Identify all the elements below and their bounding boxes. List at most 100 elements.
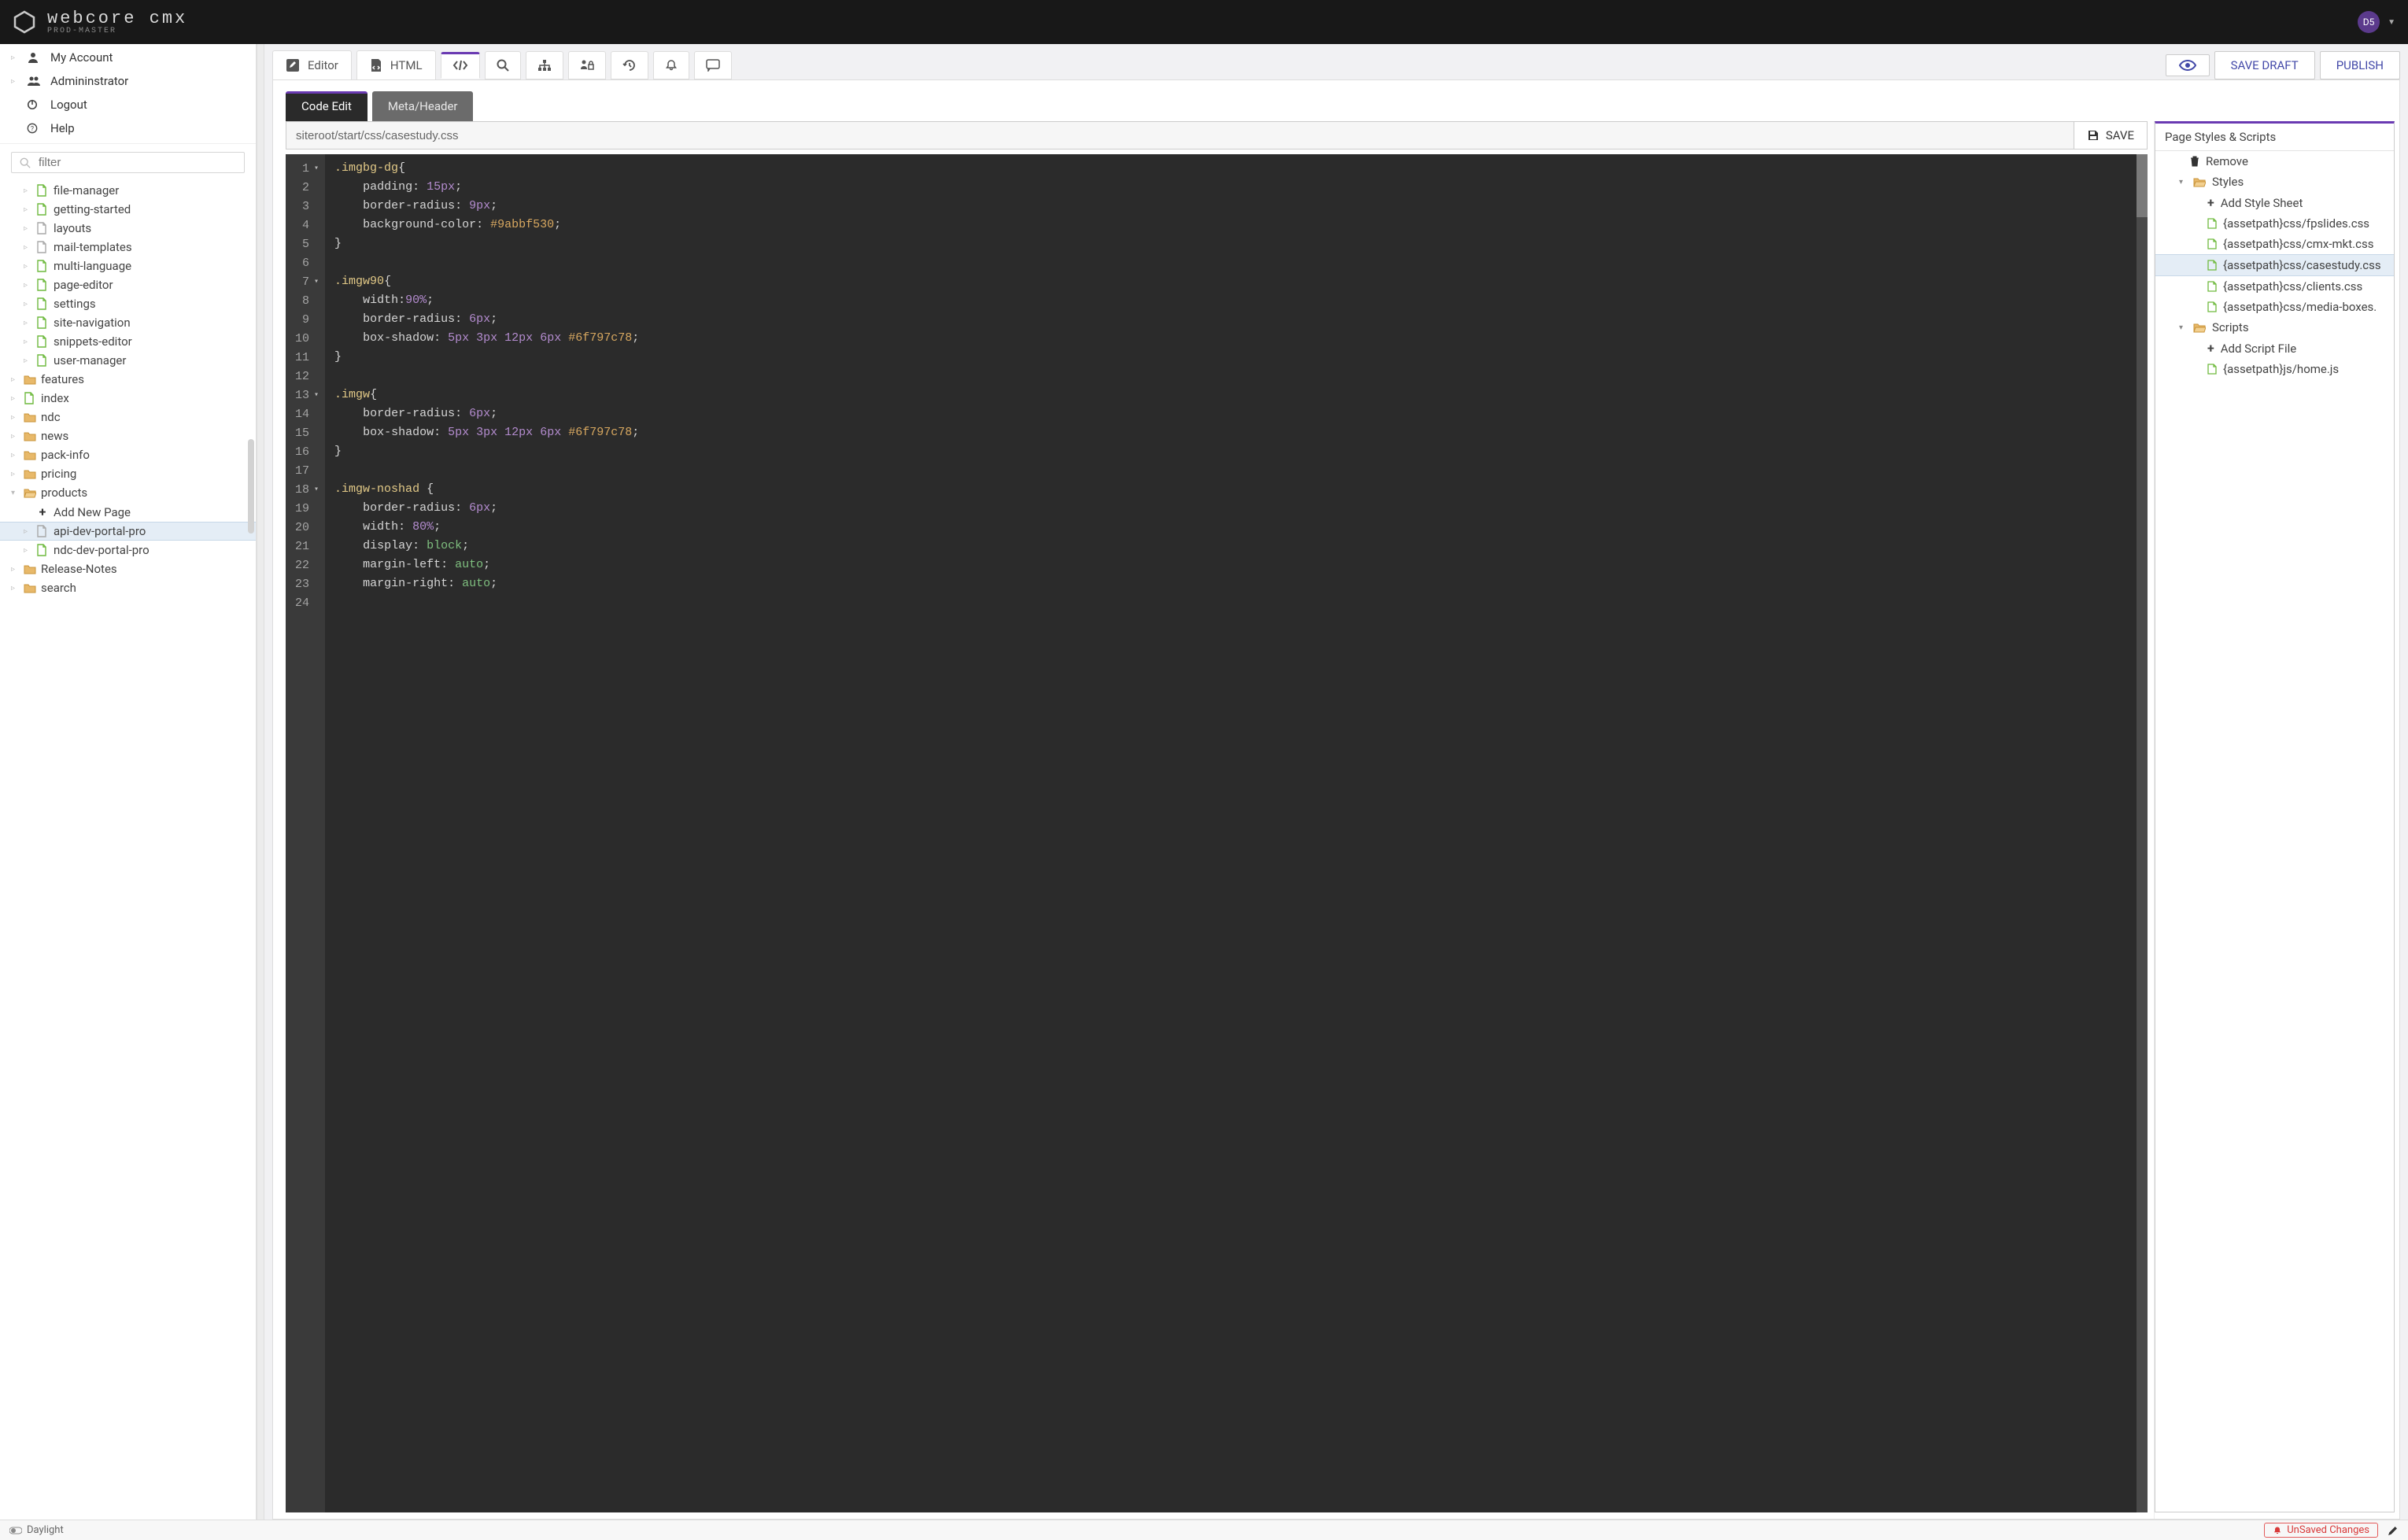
line-number: 9 — [302, 313, 309, 327]
tree-item-getting-started[interactable]: ▹getting-started — [0, 200, 256, 219]
tree-item-layouts[interactable]: ▹layouts — [0, 219, 256, 238]
tree-item-ndc-dev-portal-pro[interactable]: ▹ndc-dev-portal-pro — [0, 541, 256, 559]
page-icon — [36, 354, 49, 367]
rp-item--assetpath-css-casestudy-css[interactable]: {assetpath}css/casestudy.css — [2155, 254, 2394, 276]
tree-item-label: ndc — [41, 410, 61, 424]
fold-icon — [314, 334, 319, 343]
rp-item--assetpath-css-fpslides-css[interactable]: {assetpath}css/fpslides.css — [2155, 213, 2394, 234]
eye-icon — [2179, 60, 2196, 71]
sidebar-link-my-account[interactable]: ▹My Account — [0, 46, 256, 69]
rp-item--assetpath-css-clients-css[interactable]: {assetpath}css/clients.css — [2155, 276, 2394, 297]
tree-item-settings[interactable]: ▹settings — [0, 294, 256, 313]
page-g-icon — [36, 241, 49, 253]
tab-bell[interactable] — [653, 51, 689, 79]
fold-icon — [314, 467, 319, 475]
tree-item-index[interactable]: ▹index — [0, 389, 256, 408]
tab-code[interactable] — [441, 52, 480, 79]
path-input[interactable] — [286, 122, 2074, 149]
tree-item-pack-info[interactable]: ▹pack-info — [0, 445, 256, 464]
tab-search[interactable] — [485, 51, 521, 79]
filter-box[interactable] — [11, 152, 245, 173]
editor-scrollbar-thumb[interactable] — [2137, 154, 2148, 217]
tab-history[interactable] — [611, 51, 648, 79]
fold-icon[interactable]: ▾ — [314, 277, 319, 286]
publish-button[interactable]: PUBLISH — [2320, 51, 2400, 79]
unsaved-badge[interactable]: UnSaved Changes — [2264, 1523, 2378, 1538]
tree-item-api-dev-portal-pro[interactable]: ▹api-dev-portal-pro — [0, 522, 256, 541]
line-number: 13 — [295, 389, 309, 402]
rp-item--assetpath-js-home-js[interactable]: {assetpath}js/home.js — [2155, 359, 2394, 379]
tree-item-label: news — [41, 429, 68, 443]
rp-item-add-script-file[interactable]: +Add Script File — [2155, 338, 2394, 359]
filter-input[interactable] — [39, 156, 236, 169]
scrollbar-thumb[interactable] — [248, 439, 254, 534]
caret-icon: ▾ — [2179, 323, 2187, 332]
fold-icon[interactable]: ▾ — [314, 164, 319, 173]
rp-item-styles[interactable]: ▾Styles — [2155, 172, 2394, 192]
page-icon — [36, 297, 49, 310]
daylight-toggle[interactable]: Daylight — [9, 1524, 64, 1536]
tree-item-multi-language[interactable]: ▹multi-language — [0, 257, 256, 275]
tree-item-user-manager[interactable]: ▹user-manager — [0, 351, 256, 370]
fold-icon — [314, 316, 319, 324]
fold-icon[interactable]: ▾ — [314, 485, 319, 494]
user-menu[interactable]: D5 ▼ — [2358, 11, 2395, 33]
sidebar-link-help[interactable]: ?Help — [0, 116, 256, 140]
code-editor[interactable]: 1▾2 3 4 5 6 7▾8 9 10 11 12 13▾14 15 16 1… — [286, 154, 2148, 1512]
tree-item-page-editor[interactable]: ▹page-editor — [0, 275, 256, 294]
sidebar-link-admininstrator[interactable]: ▹Admininstrator — [0, 69, 256, 93]
splitter[interactable] — [257, 44, 264, 1520]
tree-item-file-manager[interactable]: ▹file-manager — [0, 181, 256, 200]
tree-item-label: pricing — [41, 467, 76, 481]
tree-item-release-notes[interactable]: ▹Release-Notes — [0, 559, 256, 578]
line-number: 14 — [295, 408, 309, 421]
rp-item-remove[interactable]: Remove — [2155, 151, 2394, 172]
pencil-icon[interactable] — [2388, 1525, 2399, 1536]
tree-item-news[interactable]: ▹news — [0, 427, 256, 445]
rp-item-label: Scripts — [2212, 320, 2249, 334]
tab-comment[interactable] — [694, 51, 732, 79]
sidebar-link-label: Logout — [50, 98, 87, 112]
rp-item--assetpath-css-cmx-mkt-css[interactable]: {assetpath}css/cmx-mkt.css — [2155, 234, 2394, 254]
subtab-code-edit[interactable]: Code Edit — [286, 91, 367, 121]
tree-caret-icon: ▹ — [11, 413, 19, 422]
tree-item-add-new-page[interactable]: +Add New Page — [0, 502, 256, 522]
tree-item-features[interactable]: ▹features — [0, 370, 256, 389]
tab-perm[interactable] — [568, 51, 606, 79]
tree-item-products[interactable]: ▾products — [0, 483, 256, 502]
tab-html[interactable]: HTML — [356, 50, 436, 80]
tree-item-mail-templates[interactable]: ▹mail-templates — [0, 238, 256, 257]
subtab-meta-header[interactable]: Meta/Header — [372, 91, 474, 121]
rp-item--assetpath-css-media-boxes-[interactable]: {assetpath}css/media-boxes. — [2155, 297, 2394, 317]
logo-block[interactable]: webcore cmx PROD-MASTER — [13, 9, 187, 35]
path-bar: SAVE — [286, 121, 2148, 150]
line-number: 2 — [302, 181, 309, 194]
tree-item-ndc[interactable]: ▹ ndc — [0, 408, 256, 427]
fold-icon — [314, 297, 319, 305]
rp-item-scripts[interactable]: ▾ Scripts — [2155, 317, 2394, 338]
tab-editor[interactable]: Editor — [272, 50, 352, 80]
fold-icon — [314, 240, 319, 249]
sidebar-link-logout[interactable]: Logout — [0, 93, 256, 116]
tree-item-search[interactable]: ▹search — [0, 578, 256, 597]
folder-icon — [24, 430, 36, 441]
tree-item-site-navigation[interactable]: ▹site-navigation — [0, 313, 256, 332]
editor-scrollbar-track[interactable] — [2137, 154, 2148, 1512]
folder-icon — [24, 468, 36, 479]
tab-sitemap[interactable] — [526, 51, 563, 79]
search-icon — [497, 59, 509, 72]
history-icon — [622, 59, 637, 72]
tree-item-pricing[interactable]: ▹pricing — [0, 464, 256, 483]
save-draft-button[interactable]: SAVE DRAFT — [2214, 51, 2315, 79]
sidebar-link-label: Help — [50, 121, 75, 135]
fold-icon — [314, 259, 319, 268]
folder-icon — [24, 563, 36, 574]
fold-icon[interactable]: ▾ — [314, 390, 319, 400]
rp-item-add-style-sheet[interactable]: +Add Style Sheet — [2155, 192, 2394, 213]
topbar: webcore cmx PROD-MASTER D5 ▼ — [0, 0, 2408, 44]
tree-item-snippets-editor[interactable]: ▹snippets-editor — [0, 332, 256, 351]
preview-button[interactable] — [2166, 54, 2210, 76]
fold-icon — [314, 523, 319, 532]
tree-item-label: Add New Page — [54, 505, 131, 519]
save-button[interactable]: SAVE — [2074, 122, 2147, 149]
